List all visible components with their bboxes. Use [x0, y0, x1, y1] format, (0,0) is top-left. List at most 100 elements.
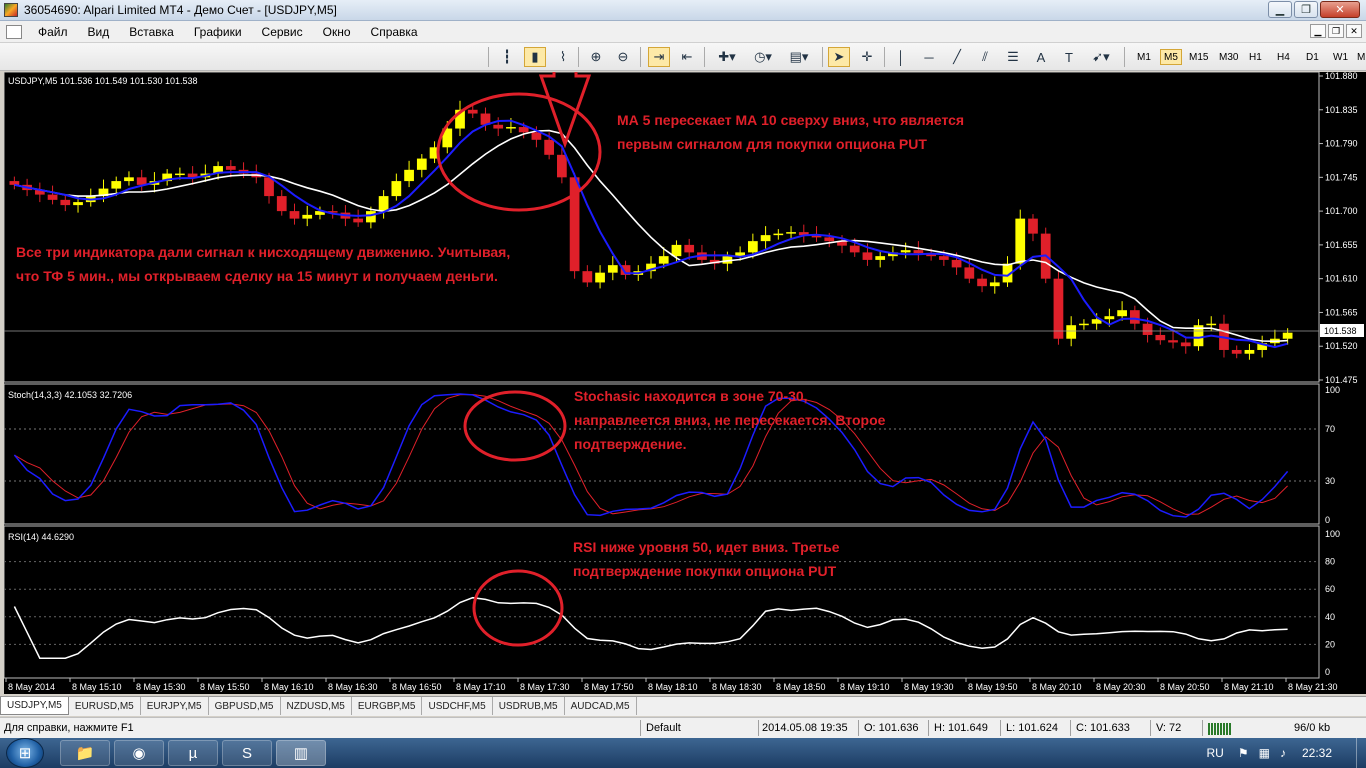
autoscroll-icon[interactable]: ⇥ — [648, 47, 670, 67]
chart-restore-button[interactable]: ❐ — [1328, 24, 1344, 38]
tab-eurgbp[interactable]: EURGBP,M5 — [352, 697, 423, 715]
menu-charts[interactable]: Графики — [184, 25, 252, 39]
menu-tools[interactable]: Сервис — [252, 25, 313, 39]
status-separator — [1202, 720, 1203, 736]
candle-bull — [760, 235, 771, 242]
annotation-stoch: Stochasic находится в зоне 70-30, направ… — [574, 388, 886, 452]
timeframe-d1[interactable]: D1 — [1303, 49, 1322, 65]
fibonacci-icon[interactable]: ☰ — [1002, 47, 1024, 67]
vertical-line-icon[interactable]: │ — [890, 47, 912, 67]
status-profile[interactable]: Default — [646, 722, 681, 734]
chart-window-icon[interactable] — [6, 24, 22, 39]
tab-eurusd[interactable]: EURUSD,M5 — [69, 697, 141, 715]
tab-usdchf[interactable]: USDCHF,M5 — [422, 697, 493, 715]
time-axis: 8 May 2014 8 May 15:10 8 May 15:30 8 May 15… — [5, 678, 1338, 692]
zoom-in-icon[interactable]: ⊕ — [585, 47, 607, 67]
zoom-out-icon[interactable]: ⊖ — [612, 47, 634, 67]
timeframe-m1[interactable]: M1 — [1134, 49, 1154, 65]
rsi-header: RSI(14) 44.6290 — [8, 532, 74, 542]
timeframe-m5[interactable]: M5 — [1160, 49, 1182, 65]
candle-bull — [1282, 332, 1293, 339]
tab-usdrub[interactable]: USDRUB,M5 — [493, 697, 565, 715]
minimize-button[interactable]: ▁ — [1268, 1, 1292, 18]
candle-bear — [289, 211, 300, 219]
language-indicator[interactable]: RU — [1207, 746, 1224, 760]
text-icon[interactable]: A — [1030, 47, 1052, 67]
templates-icon[interactable]: ▤▾ — [784, 47, 814, 67]
start-button[interactable]: ⊞ — [6, 738, 44, 768]
timeframe-mn[interactable]: MN — [1354, 49, 1366, 65]
candle-bull — [124, 177, 134, 182]
toolbar-separator — [1124, 47, 1125, 67]
status-separator — [758, 720, 759, 736]
channel-icon[interactable]: ⫽ — [974, 47, 996, 67]
rsi-tick-label: 80 — [1325, 557, 1335, 567]
tab-audcad[interactable]: AUDCAD,M5 — [565, 697, 637, 715]
timeframe-h4[interactable]: H4 — [1274, 49, 1293, 65]
candle-bear — [1028, 218, 1038, 234]
periods-icon[interactable]: ◷▾ — [748, 47, 778, 67]
timeframe-m30[interactable]: M30 — [1216, 49, 1241, 65]
menu-view[interactable]: Вид — [78, 25, 120, 39]
candle-bull — [1079, 323, 1089, 326]
timeframe-w1[interactable]: W1 — [1330, 49, 1351, 65]
metatrader-icon[interactable]: ▥ — [276, 740, 326, 766]
skype-icon[interactable]: S — [222, 740, 272, 766]
candle-bull — [1244, 349, 1255, 354]
firefox-icon[interactable]: ◉ — [114, 740, 164, 766]
candle-bull — [989, 282, 1000, 287]
tab-gbpusd[interactable]: GBPUSD,M5 — [209, 697, 281, 715]
text-label-icon[interactable]: T — [1058, 47, 1080, 67]
timeframe-h1[interactable]: H1 — [1246, 49, 1265, 65]
explorer-icon[interactable]: 📁 — [60, 740, 110, 766]
network-icon[interactable]: ▦ — [1259, 746, 1270, 760]
cursor-icon[interactable]: ➤ — [828, 47, 850, 67]
chart-shift-icon[interactable]: ⇤ — [676, 47, 698, 67]
tray-flag-icon[interactable]: ⚑ — [1238, 746, 1249, 760]
price-chart[interactable]: USDJPY,M5 101.536 101.549 101.530 101.53… — [4, 72, 1366, 694]
chart-minimize-button[interactable]: ▁ — [1310, 24, 1326, 38]
chart-header: USDJPY,M5 101.536 101.549 101.530 101.53… — [8, 76, 197, 86]
price-tick-label: 101.565 — [1325, 307, 1358, 317]
status-separator — [928, 720, 929, 736]
toolbar-separator — [704, 47, 705, 67]
menu-help[interactable]: Справка — [361, 25, 428, 39]
line-chart-icon[interactable]: ⌇ — [552, 47, 574, 67]
indicators-icon[interactable]: ✚▾ — [712, 47, 742, 67]
close-button[interactable]: ✕ — [1320, 1, 1360, 18]
tab-eurjpy[interactable]: EURJPY,M5 — [141, 697, 209, 715]
volume-icon[interactable]: ♪ — [1280, 746, 1286, 760]
status-separator — [1000, 720, 1001, 736]
utorrent-icon[interactable]: µ — [168, 740, 218, 766]
candle-bear — [531, 132, 542, 140]
candle-bear — [276, 196, 287, 212]
chart-close-button[interactable]: ✕ — [1346, 24, 1362, 38]
show-desktop-button[interactable] — [1356, 738, 1366, 768]
candle-bull — [595, 272, 605, 283]
tab-nzdusd[interactable]: NZDUSD,M5 — [281, 697, 352, 715]
menu-insert[interactable]: Вставка — [119, 25, 184, 39]
candlestick-icon[interactable]: ▮ — [524, 47, 546, 67]
menu-file[interactable]: Файл — [28, 25, 78, 39]
menu-window[interactable]: Окно — [313, 25, 361, 39]
timeframe-m15[interactable]: M15 — [1186, 49, 1211, 65]
tab-usdjpy[interactable]: USDJPY,M5 — [0, 697, 69, 715]
chart-window[interactable]: USDJPY,M5 101.536 101.549 101.530 101.53… — [4, 72, 1366, 694]
crosshair-icon[interactable]: ✛ — [856, 47, 878, 67]
time-tick-label: 8 May 16:30 — [328, 682, 378, 692]
arrows-icon[interactable]: ➹▾ — [1086, 47, 1116, 67]
time-tick-label: 8 May 21:30 — [1288, 682, 1338, 692]
status-traffic: 96/0 kb — [1294, 722, 1331, 734]
rsi-tick-label: 20 — [1325, 639, 1335, 649]
horizontal-line-icon[interactable]: ─ — [918, 47, 940, 67]
trendline-icon[interactable]: ╱ — [946, 47, 968, 67]
candle-bear — [684, 244, 695, 253]
price-tick-label: 101.700 — [1325, 206, 1358, 216]
status-low: L: 101.624 — [1006, 722, 1058, 734]
candle-bear — [849, 245, 860, 253]
clock[interactable]: 22:32 — [1302, 746, 1332, 760]
candle-bull — [302, 214, 313, 219]
bar-chart-icon[interactable]: ┇ — [496, 47, 518, 67]
candle-bear — [60, 199, 71, 206]
maximize-button[interactable]: ❐ — [1294, 1, 1318, 18]
